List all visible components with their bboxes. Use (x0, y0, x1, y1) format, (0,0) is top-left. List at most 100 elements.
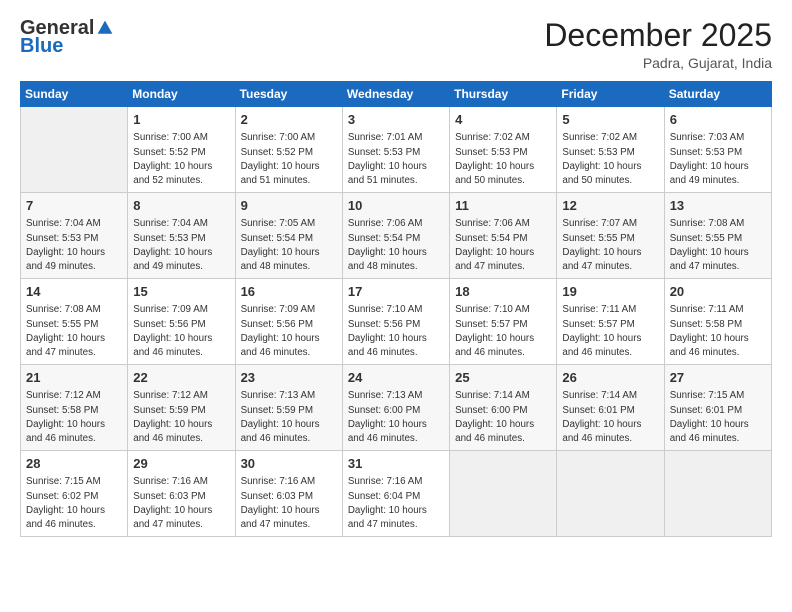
calendar-cell: 17 Sunrise: 7:10 AMSunset: 5:56 PMDayligh… (342, 279, 449, 365)
calendar-cell (557, 451, 664, 537)
weekday-header-saturday: Saturday (664, 82, 771, 107)
calendar-cell: 23 Sunrise: 7:13 AMSunset: 5:59 PMDayligh… (235, 365, 342, 451)
logo-icon (96, 19, 114, 37)
day-number: 19 (562, 283, 658, 301)
calendar-cell: 18 Sunrise: 7:10 AMSunset: 5:57 PMDayligh… (450, 279, 557, 365)
day-number: 12 (562, 197, 658, 215)
day-number: 24 (348, 369, 444, 387)
day-number: 10 (348, 197, 444, 215)
calendar-cell: 11 Sunrise: 7:06 AMSunset: 5:54 PMDayligh… (450, 193, 557, 279)
calendar-cell: 31 Sunrise: 7:16 AMSunset: 6:04 PMDayligh… (342, 451, 449, 537)
calendar-cell: 8Sunrise: 7:04 AMSunset: 5:53 PMDaylight… (128, 193, 235, 279)
day-info: Sunrise: 7:09 AMSunset: 5:56 PMDaylight:… (133, 303, 229, 360)
day-info: Sunrise: 7:02 AMSunset: 5:53 PMDaylight:… (562, 131, 658, 188)
day-number: 28 (26, 455, 122, 473)
day-number: 23 (241, 369, 337, 387)
day-number: 5 (562, 111, 658, 129)
day-info: Sunrise: 7:08 AMSunset: 5:55 PMDaylight:… (26, 303, 122, 360)
day-info: Sunrise: 7:10 AMSunset: 5:56 PMDaylight:… (348, 303, 444, 360)
day-number: 1 (133, 111, 229, 129)
day-info: Sunrise: 7:01 AMSunset: 5:53 PMDaylight:… (348, 131, 444, 188)
day-number: 22 (133, 369, 229, 387)
day-info: Sunrise: 7:14 AMSunset: 6:01 PMDaylight:… (562, 389, 658, 446)
calendar-cell: 28 Sunrise: 7:15 AMSunset: 6:02 PMDayligh… (21, 451, 128, 537)
calendar-cell: 10 Sunrise: 7:06 AMSunset: 5:54 PMDayligh… (342, 193, 449, 279)
weekday-header-wednesday: Wednesday (342, 82, 449, 107)
day-info: Sunrise: 7:08 AMSunset: 5:55 PMDaylight:… (670, 217, 766, 274)
calendar-cell: 7Sunrise: 7:04 AMSunset: 5:53 PMDaylight… (21, 193, 128, 279)
calendar-cell: 6Sunrise: 7:03 AMSunset: 5:53 PMDaylight… (664, 107, 771, 193)
weekday-header-monday: Monday (128, 82, 235, 107)
weekday-header-friday: Friday (557, 82, 664, 107)
weekday-header-sunday: Sunday (21, 82, 128, 107)
calendar-cell: 30 Sunrise: 7:16 AMSunset: 6:03 PMDayligh… (235, 451, 342, 537)
day-info: Sunrise: 7:13 AMSunset: 6:00 PMDaylight:… (348, 389, 444, 446)
calendar-cell (21, 107, 128, 193)
day-info: Sunrise: 7:05 AMSunset: 5:54 PMDaylight:… (241, 217, 337, 274)
calendar-cell: 9 Sunrise: 7:05 AMSunset: 5:54 PMDaylight… (235, 193, 342, 279)
calendar-cell: 12 Sunrise: 7:07 AMSunset: 5:55 PMDayligh… (557, 193, 664, 279)
weekday-header-row: SundayMondayTuesdayWednesdayThursdayFrid… (21, 82, 772, 107)
calendar-cell: 24 Sunrise: 7:13 AMSunset: 6:00 PMDayligh… (342, 365, 449, 451)
weekday-header-tuesday: Tuesday (235, 82, 342, 107)
calendar-cell (450, 451, 557, 537)
day-info: Sunrise: 7:07 AMSunset: 5:55 PMDaylight:… (562, 217, 658, 274)
day-info: Sunrise: 7:16 AMSunset: 6:03 PMDaylight:… (133, 475, 229, 532)
day-number: 29 (133, 455, 229, 473)
calendar-cell: 19 Sunrise: 7:11 AMSunset: 5:57 PMDayligh… (557, 279, 664, 365)
day-info: Sunrise: 7:12 AMSunset: 5:58 PMDaylight:… (26, 389, 122, 446)
location: Padra, Gujarat, India (544, 55, 772, 71)
calendar-cell: 1Sunrise: 7:00 AMSunset: 5:52 PMDaylight… (128, 107, 235, 193)
day-info: Sunrise: 7:16 AMSunset: 6:04 PMDaylight:… (348, 475, 444, 532)
calendar-cell: 22 Sunrise: 7:12 AMSunset: 5:59 PMDayligh… (128, 365, 235, 451)
calendar-cell: 29 Sunrise: 7:16 AMSunset: 6:03 PMDayligh… (128, 451, 235, 537)
day-info: Sunrise: 7:09 AMSunset: 5:56 PMDaylight:… (241, 303, 337, 360)
calendar-cell: 3 Sunrise: 7:01 AMSunset: 5:53 PMDaylight… (342, 107, 449, 193)
day-number: 18 (455, 283, 551, 301)
day-info: Sunrise: 7:06 AMSunset: 5:54 PMDaylight:… (455, 217, 551, 274)
day-number: 27 (670, 369, 766, 387)
day-number: 11 (455, 197, 551, 215)
calendar-cell: 14 Sunrise: 7:08 AMSunset: 5:55 PMDayligh… (21, 279, 128, 365)
logo: General Blue (20, 18, 114, 56)
title-area: December 2025 Padra, Gujarat, India (544, 18, 772, 71)
day-info: Sunrise: 7:02 AMSunset: 5:53 PMDaylight:… (455, 131, 551, 188)
weekday-header-thursday: Thursday (450, 82, 557, 107)
day-info: Sunrise: 7:00 AMSunset: 5:52 PMDaylight:… (241, 131, 337, 188)
day-number: 20 (670, 283, 766, 301)
calendar-cell: 2 Sunrise: 7:00 AMSunset: 5:52 PMDaylight… (235, 107, 342, 193)
day-number: 6 (670, 111, 766, 129)
day-info: Sunrise: 7:04 AMSunset: 5:53 PMDaylight:… (26, 217, 122, 274)
month-title: December 2025 (544, 18, 772, 53)
day-number: 30 (241, 455, 337, 473)
day-number: 14 (26, 283, 122, 301)
day-info: Sunrise: 7:13 AMSunset: 5:59 PMDaylight:… (241, 389, 337, 446)
week-row-3: 14 Sunrise: 7:08 AMSunset: 5:55 PMDayligh… (21, 279, 772, 365)
day-info: Sunrise: 7:10 AMSunset: 5:57 PMDaylight:… (455, 303, 551, 360)
logo-blue: Blue (20, 36, 63, 56)
calendar-cell: 20Sunrise: 7:11 AMSunset: 5:58 PMDayligh… (664, 279, 771, 365)
day-number: 17 (348, 283, 444, 301)
day-number: 2 (241, 111, 337, 129)
day-info: Sunrise: 7:15 AMSunset: 6:01 PMDaylight:… (670, 389, 766, 446)
day-info: Sunrise: 7:11 AMSunset: 5:57 PMDaylight:… (562, 303, 658, 360)
calendar: SundayMondayTuesdayWednesdayThursdayFrid… (20, 81, 772, 537)
day-info: Sunrise: 7:14 AMSunset: 6:00 PMDaylight:… (455, 389, 551, 446)
calendar-cell: 4Sunrise: 7:02 AMSunset: 5:53 PMDaylight… (450, 107, 557, 193)
calendar-cell: 5 Sunrise: 7:02 AMSunset: 5:53 PMDaylight… (557, 107, 664, 193)
day-info: Sunrise: 7:06 AMSunset: 5:54 PMDaylight:… (348, 217, 444, 274)
day-number: 3 (348, 111, 444, 129)
day-number: 25 (455, 369, 551, 387)
day-number: 31 (348, 455, 444, 473)
day-info: Sunrise: 7:15 AMSunset: 6:02 PMDaylight:… (26, 475, 122, 532)
week-row-2: 7Sunrise: 7:04 AMSunset: 5:53 PMDaylight… (21, 193, 772, 279)
day-number: 9 (241, 197, 337, 215)
calendar-cell: 21Sunrise: 7:12 AMSunset: 5:58 PMDayligh… (21, 365, 128, 451)
day-number: 26 (562, 369, 658, 387)
week-row-1: 1 Sunrise: 7:00 AMSunset: 5:52 PMDaylight… (21, 107, 772, 193)
week-row-5: 28 Sunrise: 7:15 AMSunset: 6:02 PMDayligh… (21, 451, 772, 537)
day-info: Sunrise: 7:12 AMSunset: 5:59 PMDaylight:… (133, 389, 229, 446)
day-info: Sunrise: 7:16 AMSunset: 6:03 PMDaylight:… (241, 475, 337, 532)
day-info: Sunrise: 7:04 AMSunset: 5:53 PMDaylight:… (133, 217, 229, 274)
calendar-cell: 16Sunrise: 7:09 AMSunset: 5:56 PMDayligh… (235, 279, 342, 365)
